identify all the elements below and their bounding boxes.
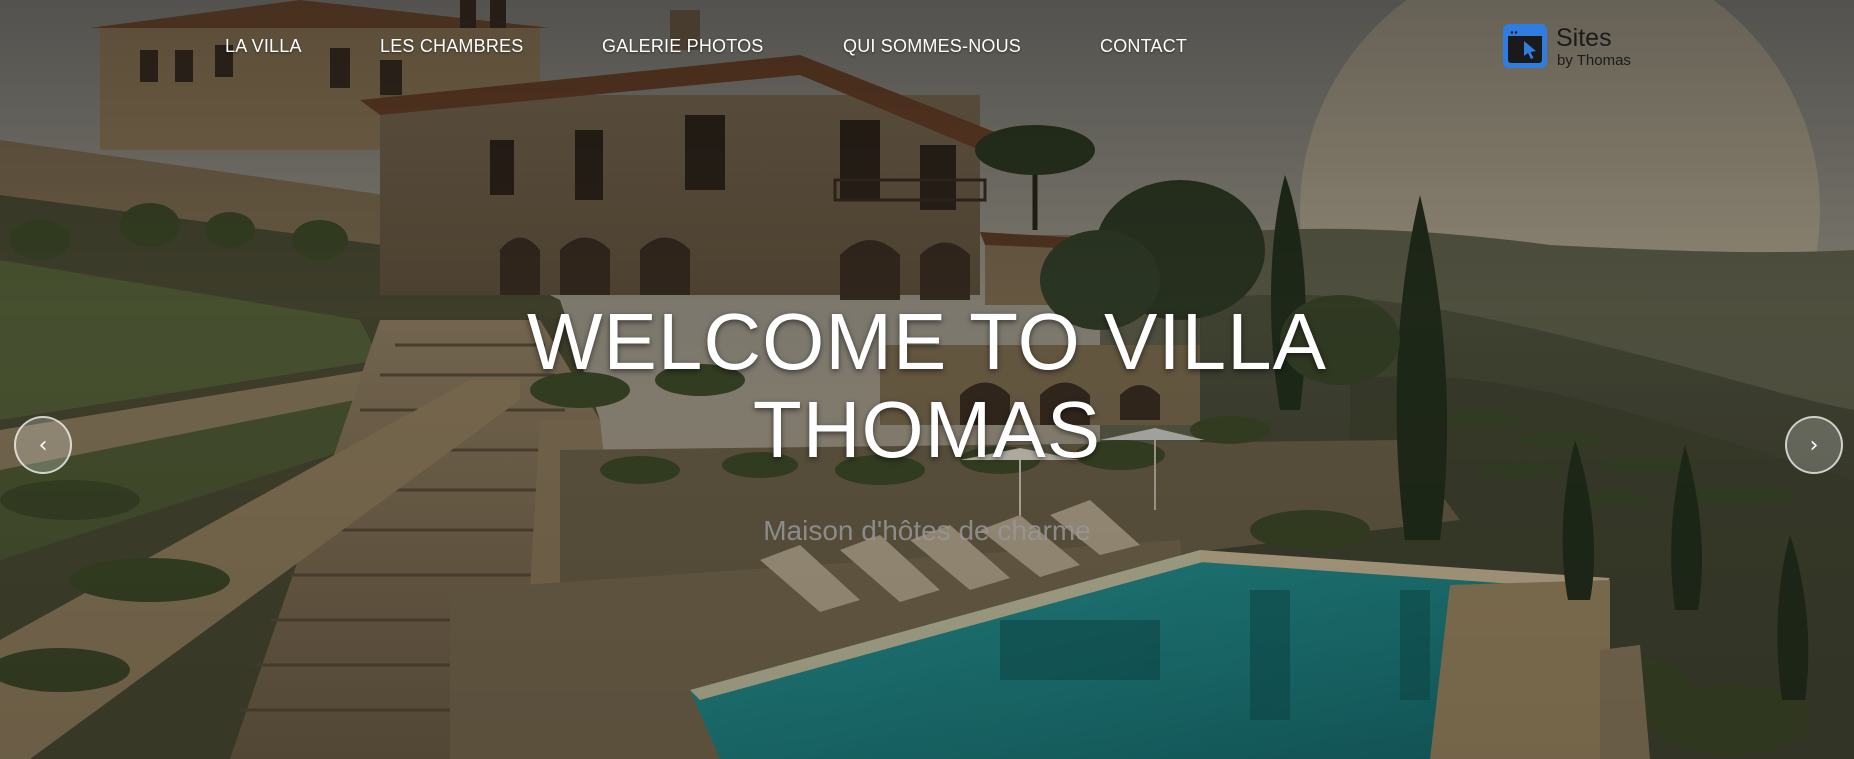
browser-cursor-icon [1503, 24, 1547, 68]
nav-la-villa[interactable]: LA VILLA [225, 36, 302, 57]
hero-subtitle: Maison d'hôtes de charme [763, 515, 1091, 546]
chevron-right-icon: › [1809, 433, 1819, 458]
logo-title: Sites [1556, 24, 1612, 52]
nav-les-chambres[interactable]: LES CHAMBRES [380, 36, 523, 57]
hero-headline: WELCOME TO VILLA THOMAS [527, 297, 1327, 474]
nav-galerie-photos[interactable]: GALERIE PHOTOS [602, 36, 764, 57]
nav-contact[interactable]: CONTACT [1100, 36, 1187, 57]
logo-subtitle: by Thomas [1557, 52, 1631, 69]
nav-qui-sommes-nous[interactable]: QUI SOMMES-NOUS [843, 36, 1021, 57]
carousel-next-button[interactable]: › [1785, 416, 1843, 474]
carousel-prev-button[interactable]: ‹ [14, 416, 72, 474]
chevron-left-icon: ‹ [38, 433, 48, 458]
site-logo[interactable]: Sites by Thomas [1502, 23, 1642, 71]
